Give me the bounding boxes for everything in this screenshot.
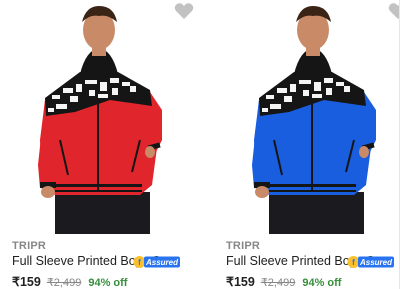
wishlist-heart-icon[interactable] [174,2,194,20]
product-card[interactable]: TRIPR Full Sleeve Printed Boys C... f As… [214,0,400,289]
discount-percent: 94% off [88,277,128,289]
assured-label: Assured [145,258,179,267]
price-row: ₹159 ₹2,499 94% off [12,274,128,289]
product-card[interactable]: TRIPR Full Sleeve Printed Boys C... f As… [0,0,200,289]
assured-label: Assured [359,258,393,267]
product-brand: TRIPR [12,240,46,252]
selling-price: ₹159 [12,275,41,289]
product-image[interactable] [214,0,400,234]
original-price: ₹2,499 [260,277,296,289]
svg-text:f: f [352,258,355,267]
discount-percent: 94% off [302,277,342,289]
svg-text:f: f [138,258,141,267]
selling-price: ₹159 [226,275,255,289]
assured-badge-icon: f Assured [133,255,181,269]
product-brand: TRIPR [226,240,260,252]
original-price: ₹2,499 [46,277,82,289]
product-grid: TRIPR Full Sleeve Printed Boys C... f As… [0,0,400,289]
assured-badge-icon: f Assured [347,255,395,269]
product-image[interactable] [0,0,186,234]
hoodie-illustration [252,6,376,234]
price-row: ₹159 ₹2,499 94% off [226,274,342,289]
hoodie-illustration [38,6,162,234]
